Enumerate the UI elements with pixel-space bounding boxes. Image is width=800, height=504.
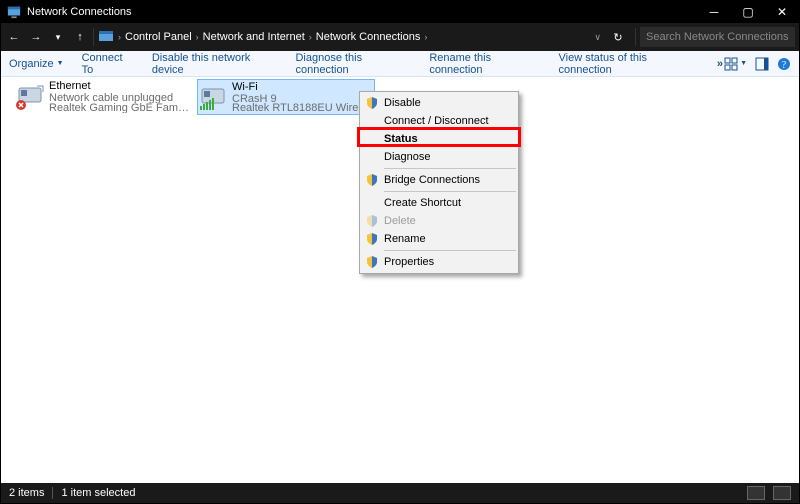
chevron-down-icon: ▼ [57,60,64,67]
shield-icon [366,97,378,109]
search-input[interactable]: Search Network Connections [640,27,795,47]
breadcrumb-network-connections[interactable]: Network Connections [316,31,421,43]
disable-device-button[interactable]: Disable this network device [152,52,278,76]
view-options-button[interactable]: ▼ [724,57,747,71]
forward-button[interactable]: → [27,31,45,43]
control-panel-icon [98,29,114,45]
chevron-right-icon: › [196,32,199,42]
breadcrumb[interactable]: › Control Panel › Network and Internet ›… [118,31,427,43]
divider [384,250,516,251]
divider [384,191,516,192]
ctx-bridge[interactable]: Bridge Connections [362,171,516,189]
control-panel-icon [7,5,21,19]
connection-status: Network cable unplugged [49,93,191,103]
shield-icon [366,174,378,186]
up-button[interactable]: ↑ [71,31,89,43]
breadcrumb-control-panel[interactable]: Control Panel [125,31,192,43]
help-button[interactable]: ? [777,57,791,71]
divider [93,28,94,46]
chevron-right-icon: › [309,32,312,42]
back-button[interactable]: ← [5,31,23,43]
minimize-button[interactable]: ─ [697,5,731,19]
organize-button[interactable]: Organize▼ [9,58,64,70]
close-button[interactable]: ✕ [765,5,799,19]
view-mode-details-button[interactable] [747,486,765,500]
chevron-right-icon: › [118,32,121,42]
connection-adapter: Realtek Gaming GbE Family Contr... [49,103,191,113]
connection-name: Ethernet [49,81,191,93]
connection-status: CRasH 9 [232,94,372,103]
search-placeholder: Search Network Connections [646,31,788,43]
svg-text:?: ? [782,60,787,71]
status-selected-count: 1 item selected [61,487,135,499]
title-bar: Network Connections ─ ▢ ✕ [1,1,799,23]
chevron-right-icon: › [424,32,427,42]
preview-pane-button[interactable] [755,57,769,71]
shield-icon [366,233,378,245]
ctx-properties[interactable]: Properties [362,253,516,271]
connection-adapter: Realtek RTL8188EU Wireless LAN 8... [232,103,372,112]
ctx-connect-disconnect[interactable]: Connect / Disconnect [362,112,516,130]
window-title: Network Connections [27,6,132,18]
shield-icon [366,215,378,227]
view-mode-large-button[interactable] [773,486,791,500]
overflow-button[interactable]: » [717,58,724,70]
address-bar: ← → ▾ ↑ › Control Panel › Network and In… [1,23,799,51]
content-area: Ethernet Network cable unplugged Realtek… [1,77,799,483]
ctx-disable[interactable]: Disable [362,94,516,112]
maximize-button[interactable]: ▢ [731,5,765,19]
connection-name: Wi-Fi [232,82,372,94]
error-x-icon [15,99,27,111]
shield-icon [366,256,378,268]
ctx-rename[interactable]: Rename [362,230,516,248]
wifi-signal-icon [200,98,214,110]
divider [52,487,53,499]
rename-connection-button[interactable]: Rename this connection [429,52,540,76]
chevron-down-icon: ▼ [740,60,747,67]
recent-locations-button[interactable]: ▾ [49,32,67,43]
breadcrumb-network-internet[interactable]: Network and Internet [203,31,305,43]
command-bar: Organize▼ Connect To Disable this networ… [1,51,799,77]
context-menu: Disable Connect / Disconnect Status Diag… [359,91,519,274]
address-dropdown-button[interactable]: ∨ [594,32,601,43]
ctx-diagnose[interactable]: Diagnose [362,148,516,166]
connection-wifi[interactable]: Wi-Fi CRasH 9 Realtek RTL8188EU Wireless… [197,79,375,115]
status-item-count: 2 items [9,487,44,499]
ctx-create-shortcut[interactable]: Create Shortcut [362,194,516,212]
status-bar: 2 items 1 item selected [1,483,799,503]
window-root: Network Connections ─ ▢ ✕ ← → ▾ ↑ › Cont… [0,0,800,504]
ctx-status[interactable]: Status [362,130,516,148]
connection-ethernet[interactable]: Ethernet Network cable unplugged Realtek… [15,79,193,115]
refresh-button[interactable]: ↻ [609,31,627,44]
ctx-delete: Delete [362,212,516,230]
connect-to-button[interactable]: Connect To [82,52,134,76]
view-icon [724,57,738,71]
diagnose-connection-button[interactable]: Diagnose this connection [295,52,411,76]
divider [635,28,636,46]
view-status-button[interactable]: View status of this connection [559,52,695,76]
divider [384,168,516,169]
